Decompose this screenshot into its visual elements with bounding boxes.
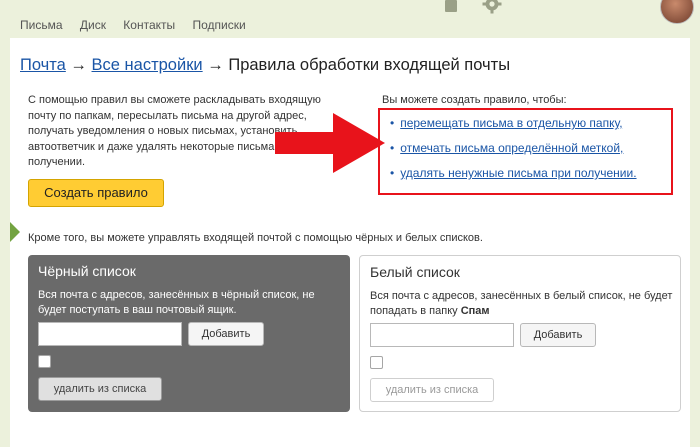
rules-list: перемещать письма в отдельную папку, отм… bbox=[390, 116, 637, 191]
whitelist-panel: Белый список Вся почта с адресов, занесё… bbox=[359, 255, 681, 412]
breadcrumb-mail-link[interactable]: Почта bbox=[20, 56, 66, 74]
whitelist-title: Белый список bbox=[370, 264, 460, 280]
blacklist-remove-button[interactable]: удалить из списка bbox=[38, 377, 162, 401]
nav-contacts[interactable]: Контакты bbox=[123, 18, 175, 32]
settings-content: Почта → Все настройки → Правила обработк… bbox=[10, 38, 690, 447]
gear-icon[interactable] bbox=[482, 0, 502, 14]
top-bar: Письма Диск Контакты Подписки bbox=[0, 0, 700, 40]
whitelist-email-input[interactable] bbox=[370, 323, 514, 347]
book-icon[interactable] bbox=[445, 0, 457, 12]
rule-delete-link[interactable]: удалять ненужные письма при получении. bbox=[400, 166, 636, 180]
whitelist-select-all-checkbox[interactable] bbox=[370, 356, 383, 369]
breadcrumb-separator: → bbox=[70, 56, 87, 74]
create-rule-button[interactable]: Создать правило bbox=[28, 179, 164, 207]
blacklist-panel: Чёрный список Вся почта с адресов, занес… bbox=[28, 255, 350, 412]
list-item: удалять ненужные письма при получении. bbox=[390, 166, 636, 191]
rules-heading: Вы можете создать правило, чтобы: bbox=[382, 94, 567, 106]
breadcrumb-separator: → bbox=[207, 56, 224, 74]
whitelist-remove-button[interactable]: удалить из списка bbox=[370, 378, 494, 402]
rule-apply-label-link[interactable]: отмечать письма определённой меткой, bbox=[400, 141, 623, 155]
blacklist-email-input[interactable] bbox=[38, 322, 182, 346]
blacklist-select-all-checkbox[interactable] bbox=[38, 355, 51, 368]
spam-folder-name: Спам bbox=[460, 305, 490, 317]
nav-disk[interactable]: Диск bbox=[80, 18, 106, 32]
list-item: отмечать письма определённой меткой, bbox=[390, 141, 637, 166]
rule-move-to-folder-link[interactable]: перемещать письма в отдельную папку, bbox=[400, 116, 622, 130]
list-item: перемещать письма в отдельную папку, bbox=[390, 116, 637, 141]
side-tab-marker bbox=[10, 222, 20, 242]
rules-highlight-box: перемещать письма в отдельную папку, отм… bbox=[378, 108, 673, 195]
breadcrumb: Почта → Все настройки → Правила обработк… bbox=[20, 56, 510, 75]
nav-mail[interactable]: Письма bbox=[20, 18, 63, 32]
blacklist-title: Чёрный список bbox=[38, 263, 136, 279]
whitelist-add-button[interactable]: Добавить bbox=[520, 323, 596, 347]
nav-subscriptions[interactable]: Подписки bbox=[192, 18, 245, 32]
avatar[interactable] bbox=[660, 0, 694, 24]
page-title: Правила обработки входящей почты bbox=[228, 56, 511, 74]
whitelist-description: Вся почта с адресов, занесённых в белый … bbox=[370, 289, 675, 319]
blacklist-add-button[interactable]: Добавить bbox=[188, 322, 264, 346]
blacklist-description: Вся почта с адресов, занесённых в чёрный… bbox=[38, 289, 315, 316]
breadcrumb-all-settings-link[interactable]: Все настройки bbox=[92, 56, 203, 74]
red-arrow-icon bbox=[275, 113, 385, 173]
top-nav: Письма Диск Контакты Подписки bbox=[20, 18, 260, 32]
lists-note: Кроме того, вы можете управлять входящей… bbox=[28, 232, 483, 244]
whitelist-description-text: Вся почта с адресов, занесённых в белый … bbox=[370, 290, 673, 317]
